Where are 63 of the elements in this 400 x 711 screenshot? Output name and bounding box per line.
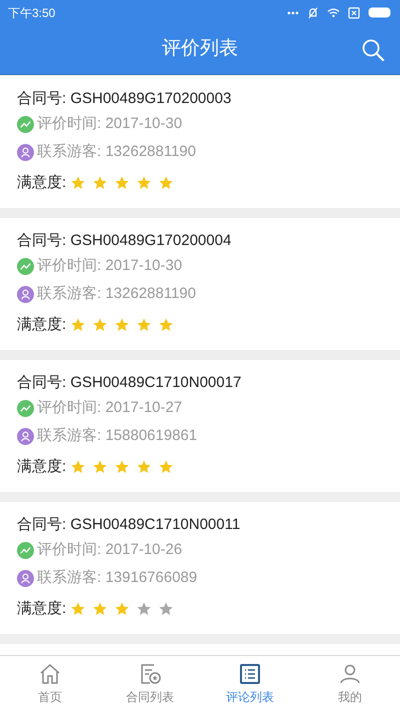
contact-phone: 联系游客: 15880619861 xyxy=(37,426,198,446)
person-icon xyxy=(17,144,34,160)
person-icon xyxy=(17,286,34,302)
person-icon xyxy=(17,570,34,586)
review-time: 评价时间: 2017-10-30 xyxy=(37,114,182,134)
star-icon xyxy=(70,175,86,191)
status-time: 下午3:50 xyxy=(8,4,56,22)
review-time: 评价时间: 2017-10-30 xyxy=(37,256,182,276)
star-icon xyxy=(158,601,174,617)
satisfaction-label: 满意度: xyxy=(17,456,66,477)
contract-number: 合同号: GSH00489G170200004 xyxy=(17,231,232,251)
star-icon xyxy=(136,317,152,333)
star-icon xyxy=(114,459,130,475)
sim-icon xyxy=(348,6,360,18)
trend-icon xyxy=(17,542,34,558)
contract-number: 合同号: GSH00489C1710N00011 xyxy=(17,515,242,535)
star-icon xyxy=(158,459,174,475)
person-icon xyxy=(17,428,34,444)
satisfaction-label: 满意度: xyxy=(17,314,66,335)
review-card[interactable]: 合同号: GSH00489G170200003 评价时间: 2017-10-30 联系游客: 13262881190 满意度: xyxy=(0,76,400,208)
star-icon xyxy=(92,601,108,617)
header-title: 评价列表 xyxy=(162,37,238,62)
contract-number: 合同号: GSH00489G170200003 xyxy=(17,89,232,109)
contact-phone: 联系游客: 13262881190 xyxy=(37,284,196,304)
list-icon xyxy=(238,662,262,686)
star-icon xyxy=(92,175,108,191)
review-card[interactable]: 合同号: GSH00489C1710N00011 评价时间: 2017-10-26 联系游客: 13916766089 满意度: xyxy=(0,502,400,634)
tab-item[interactable]: 合同列表 xyxy=(100,656,200,711)
review-card[interactable]: 合同号: GSH00489C1710N00017 评价时间: 2017-10-27 联系游客: 15880619861 满意度: xyxy=(0,360,400,492)
satisfaction-label: 满意度: xyxy=(17,598,66,619)
muted-bell-icon xyxy=(307,6,319,18)
tab-item[interactable]: 我的 xyxy=(300,656,400,711)
star-icon xyxy=(70,601,86,617)
star-icon xyxy=(114,601,130,617)
star-icon xyxy=(70,317,86,333)
signal-dots-icon xyxy=(287,10,299,14)
home-icon xyxy=(38,662,62,686)
trend-icon xyxy=(17,400,34,416)
contract-number: 合同号: GSH00489C1710N00017 xyxy=(17,373,242,393)
search-button[interactable] xyxy=(360,37,386,63)
star-icon xyxy=(114,317,130,333)
review-card[interactable]: 合同号: GSH00489G170200004 评价时间: 2017-10-30 联系游客: 13262881190 满意度: xyxy=(0,218,400,350)
star-icon xyxy=(158,175,174,191)
star-icon xyxy=(136,175,152,191)
trend-icon xyxy=(17,116,34,132)
review-time: 评价时间: 2017-10-26 xyxy=(37,540,182,560)
tab-item[interactable]: 首页 xyxy=(0,656,100,711)
star-icon xyxy=(136,601,152,617)
tab-item[interactable]: 评论列表 xyxy=(200,656,300,711)
review-time: 评价时间: 2017-10-27 xyxy=(37,398,182,418)
battery-icon xyxy=(368,7,392,18)
star-icon xyxy=(70,459,86,475)
satisfaction-label: 满意度: xyxy=(17,172,66,193)
contact-phone: 联系游客: 13916766089 xyxy=(37,568,198,588)
star-icon xyxy=(158,317,174,333)
star-icon xyxy=(92,317,108,333)
star-icon xyxy=(136,459,152,475)
trend-icon xyxy=(17,258,34,274)
search-icon xyxy=(361,38,385,62)
star-icon xyxy=(92,459,108,475)
wifi-icon xyxy=(327,8,340,18)
contact-phone: 联系游客: 13262881190 xyxy=(37,142,196,162)
star-icon xyxy=(114,175,130,191)
